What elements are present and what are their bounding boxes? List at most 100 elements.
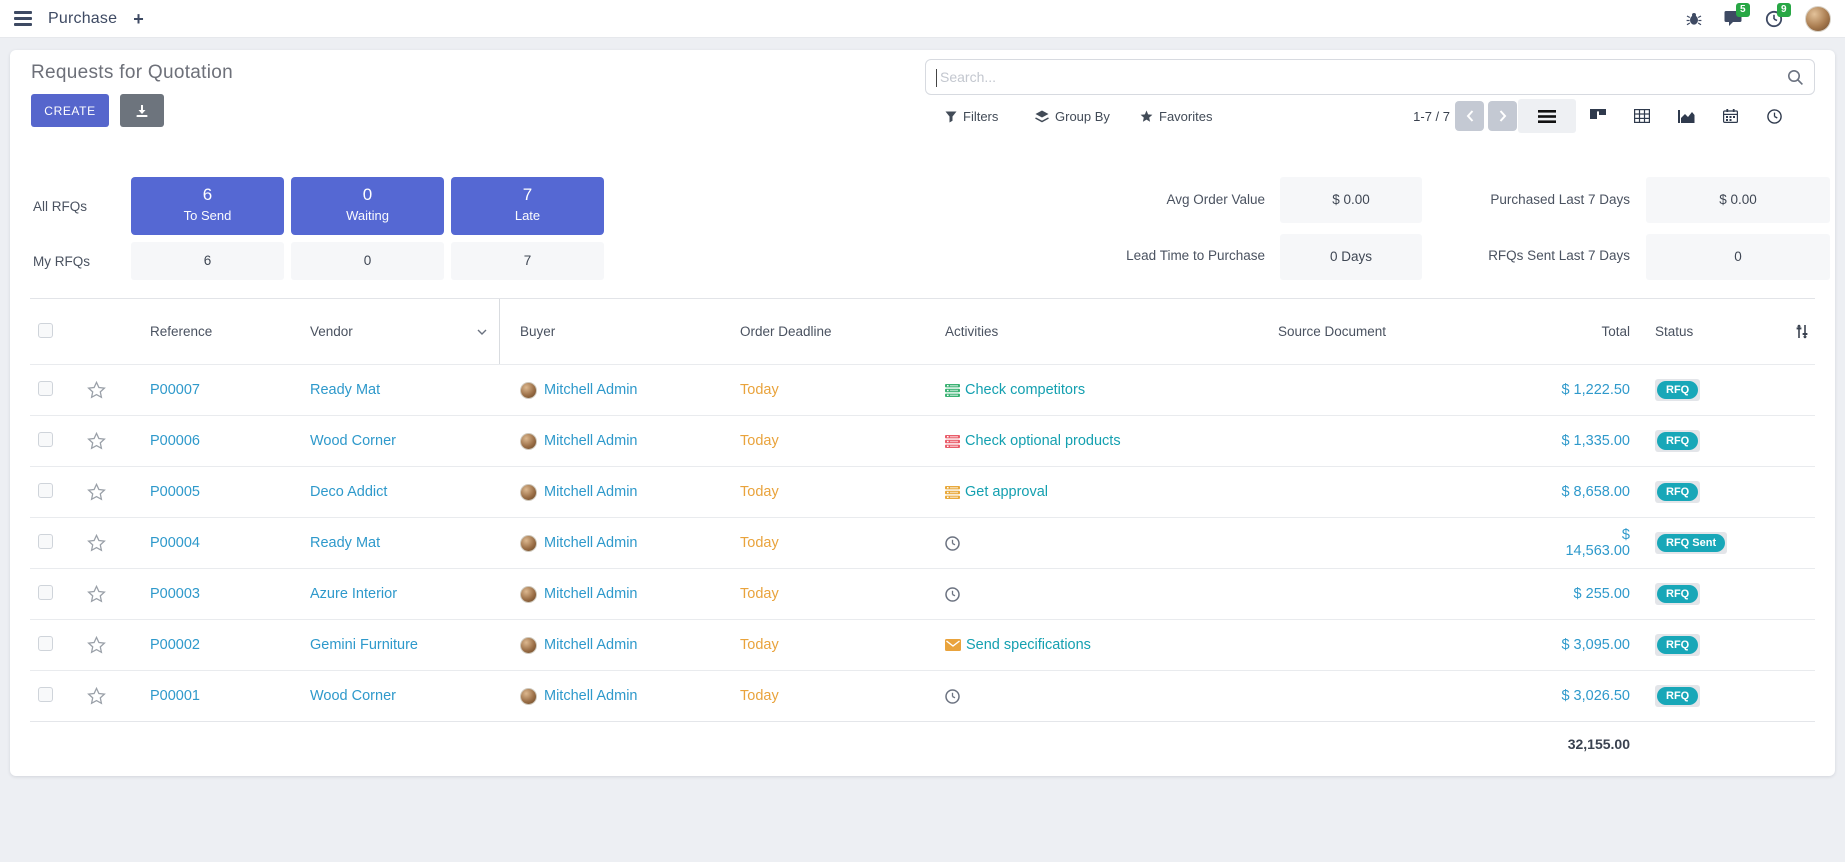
header-source[interactable]: Source Document [1235, 324, 1555, 339]
row-checkbox[interactable] [38, 585, 53, 600]
table-row[interactable]: P00007 Ready Mat Mitchell Admin Today Ch… [30, 364, 1815, 415]
status-badge: RFQ [1655, 481, 1700, 503]
vendor-link[interactable]: Wood Corner [310, 433, 396, 449]
favorite-star-icon[interactable] [70, 636, 125, 654]
reference-link[interactable]: P00007 [150, 382, 200, 398]
messages-icon[interactable]: 5 [1724, 10, 1743, 27]
activity-link[interactable]: Get approval [965, 484, 1048, 500]
select-all-checkbox[interactable] [38, 323, 53, 338]
reference-link[interactable]: P00001 [150, 688, 200, 704]
create-button[interactable]: CREATE [31, 94, 109, 127]
table-row[interactable]: P00002 Gemini Furniture Mitchell Admin T… [30, 619, 1815, 670]
header-activities[interactable]: Activities [905, 324, 1235, 339]
reference-link[interactable]: P00004 [150, 535, 200, 551]
table-row[interactable]: P00004 Ready Mat Mitchell Admin Today $ … [30, 517, 1815, 568]
debug-bug-icon[interactable] [1686, 11, 1702, 27]
header-reference[interactable]: Reference [125, 324, 285, 339]
buyer-link[interactable]: Mitchell Admin [544, 586, 637, 602]
favorite-star-icon[interactable] [70, 483, 125, 501]
header-status[interactable]: Status [1645, 324, 1795, 339]
header-deadline[interactable]: Order Deadline [725, 324, 905, 339]
activity-clock-icon[interactable] [945, 689, 960, 704]
order-deadline: Today [740, 688, 779, 704]
favorite-star-icon[interactable] [70, 687, 125, 705]
row-checkbox[interactable] [38, 534, 53, 549]
row-checkbox[interactable] [38, 636, 53, 651]
activity-link[interactable]: Check competitors [965, 382, 1085, 398]
search-input[interactable] [926, 60, 1814, 94]
vendor-link[interactable]: Gemini Furniture [310, 637, 418, 653]
order-deadline: Today [740, 637, 779, 653]
group-by-button[interactable]: Group By [1035, 100, 1110, 133]
calendar-view-button[interactable] [1708, 99, 1752, 133]
buyer-link[interactable]: Mitchell Admin [544, 433, 637, 449]
buyer-link[interactable]: Mitchell Admin [544, 382, 637, 398]
app-name[interactable]: Purchase [48, 10, 117, 28]
row-checkbox[interactable] [38, 381, 53, 396]
row-checkbox[interactable] [38, 483, 53, 498]
reference-link[interactable]: P00002 [150, 637, 200, 653]
reference-link[interactable]: P00006 [150, 433, 200, 449]
activity-clock-icon[interactable] [945, 587, 960, 602]
vendor-link[interactable]: Deco Addict [310, 484, 387, 500]
pager-previous-button[interactable] [1455, 101, 1484, 131]
table-row[interactable]: P00001 Wood Corner Mitchell Admin Today … [30, 670, 1815, 721]
vendor-link[interactable]: Ready Mat [310, 535, 380, 551]
tasks-green-icon[interactable] [945, 384, 960, 397]
filters-button[interactable]: Filters [945, 100, 998, 133]
favorite-star-icon[interactable] [70, 432, 125, 450]
apps-menu-icon[interactable] [14, 11, 32, 26]
reference-link[interactable]: P00003 [150, 586, 200, 602]
favorite-star-icon[interactable] [70, 585, 125, 603]
buyer-link[interactable]: Mitchell Admin [544, 484, 637, 500]
activities-icon[interactable]: 9 [1765, 10, 1783, 28]
vendor-link[interactable]: Wood Corner [310, 688, 396, 704]
vendor-link[interactable]: Ready Mat [310, 382, 380, 398]
pivot-view-button[interactable] [1620, 99, 1664, 133]
calendar-icon [1723, 109, 1738, 123]
my-to-send-box[interactable]: 6 [131, 242, 284, 280]
status-badge: RFQ [1655, 430, 1700, 452]
pivot-icon [1634, 109, 1650, 123]
pager-next-button[interactable] [1488, 101, 1517, 131]
buyer-link[interactable]: Mitchell Admin [544, 688, 637, 704]
table-row[interactable]: P00005 Deco Addict Mitchell Admin Today … [30, 466, 1815, 517]
header-buyer[interactable]: Buyer [500, 324, 725, 339]
column-settings-icon[interactable] [1795, 324, 1835, 339]
reference-link[interactable]: P00005 [150, 484, 200, 500]
my-waiting-box[interactable]: 0 [291, 242, 444, 280]
table-row[interactable]: P00006 Wood Corner Mitchell Admin Today … [30, 415, 1815, 466]
kanban-view-button[interactable] [1576, 99, 1620, 133]
tasks-yellow-icon[interactable] [945, 486, 960, 499]
group-by-label: Group By [1055, 109, 1110, 124]
tile-waiting[interactable]: 0 Waiting [291, 177, 444, 235]
buyer-link[interactable]: Mitchell Admin [544, 535, 637, 551]
user-avatar[interactable] [1805, 6, 1831, 32]
new-tab-icon[interactable]: + [133, 10, 144, 28]
favorite-star-icon[interactable] [70, 381, 125, 399]
favorites-button[interactable]: Favorites [1140, 100, 1212, 133]
row-checkbox[interactable] [38, 687, 53, 702]
activity-link[interactable]: Send specifications [966, 637, 1091, 653]
buyer-link[interactable]: Mitchell Admin [544, 637, 637, 653]
header-vendor[interactable]: Vendor [285, 299, 500, 364]
tile-to-send[interactable]: 6 To Send [131, 177, 284, 235]
graph-view-button[interactable] [1664, 99, 1708, 133]
table-row[interactable]: P00003 Azure Interior Mitchell Admin Tod… [30, 568, 1815, 619]
my-late-box[interactable]: 7 [451, 242, 604, 280]
tasks-red-icon[interactable] [945, 435, 960, 448]
activity-view-button[interactable] [1752, 99, 1796, 133]
activity-clock-icon[interactable] [945, 536, 960, 551]
activity-link[interactable]: Check optional products [965, 433, 1121, 449]
favorite-star-icon[interactable] [70, 534, 125, 552]
total-amount: $ 3,026.50 [1561, 688, 1630, 704]
search-icon[interactable] [1787, 69, 1804, 86]
vendor-link[interactable]: Azure Interior [310, 586, 397, 602]
favorites-label: Favorites [1159, 109, 1212, 124]
export-button[interactable] [120, 94, 164, 127]
header-total[interactable]: Total [1555, 324, 1645, 339]
tile-late[interactable]: 7 Late [451, 177, 604, 235]
row-checkbox[interactable] [38, 432, 53, 447]
envelope-icon[interactable] [945, 639, 961, 651]
list-view-button[interactable] [1518, 99, 1576, 133]
